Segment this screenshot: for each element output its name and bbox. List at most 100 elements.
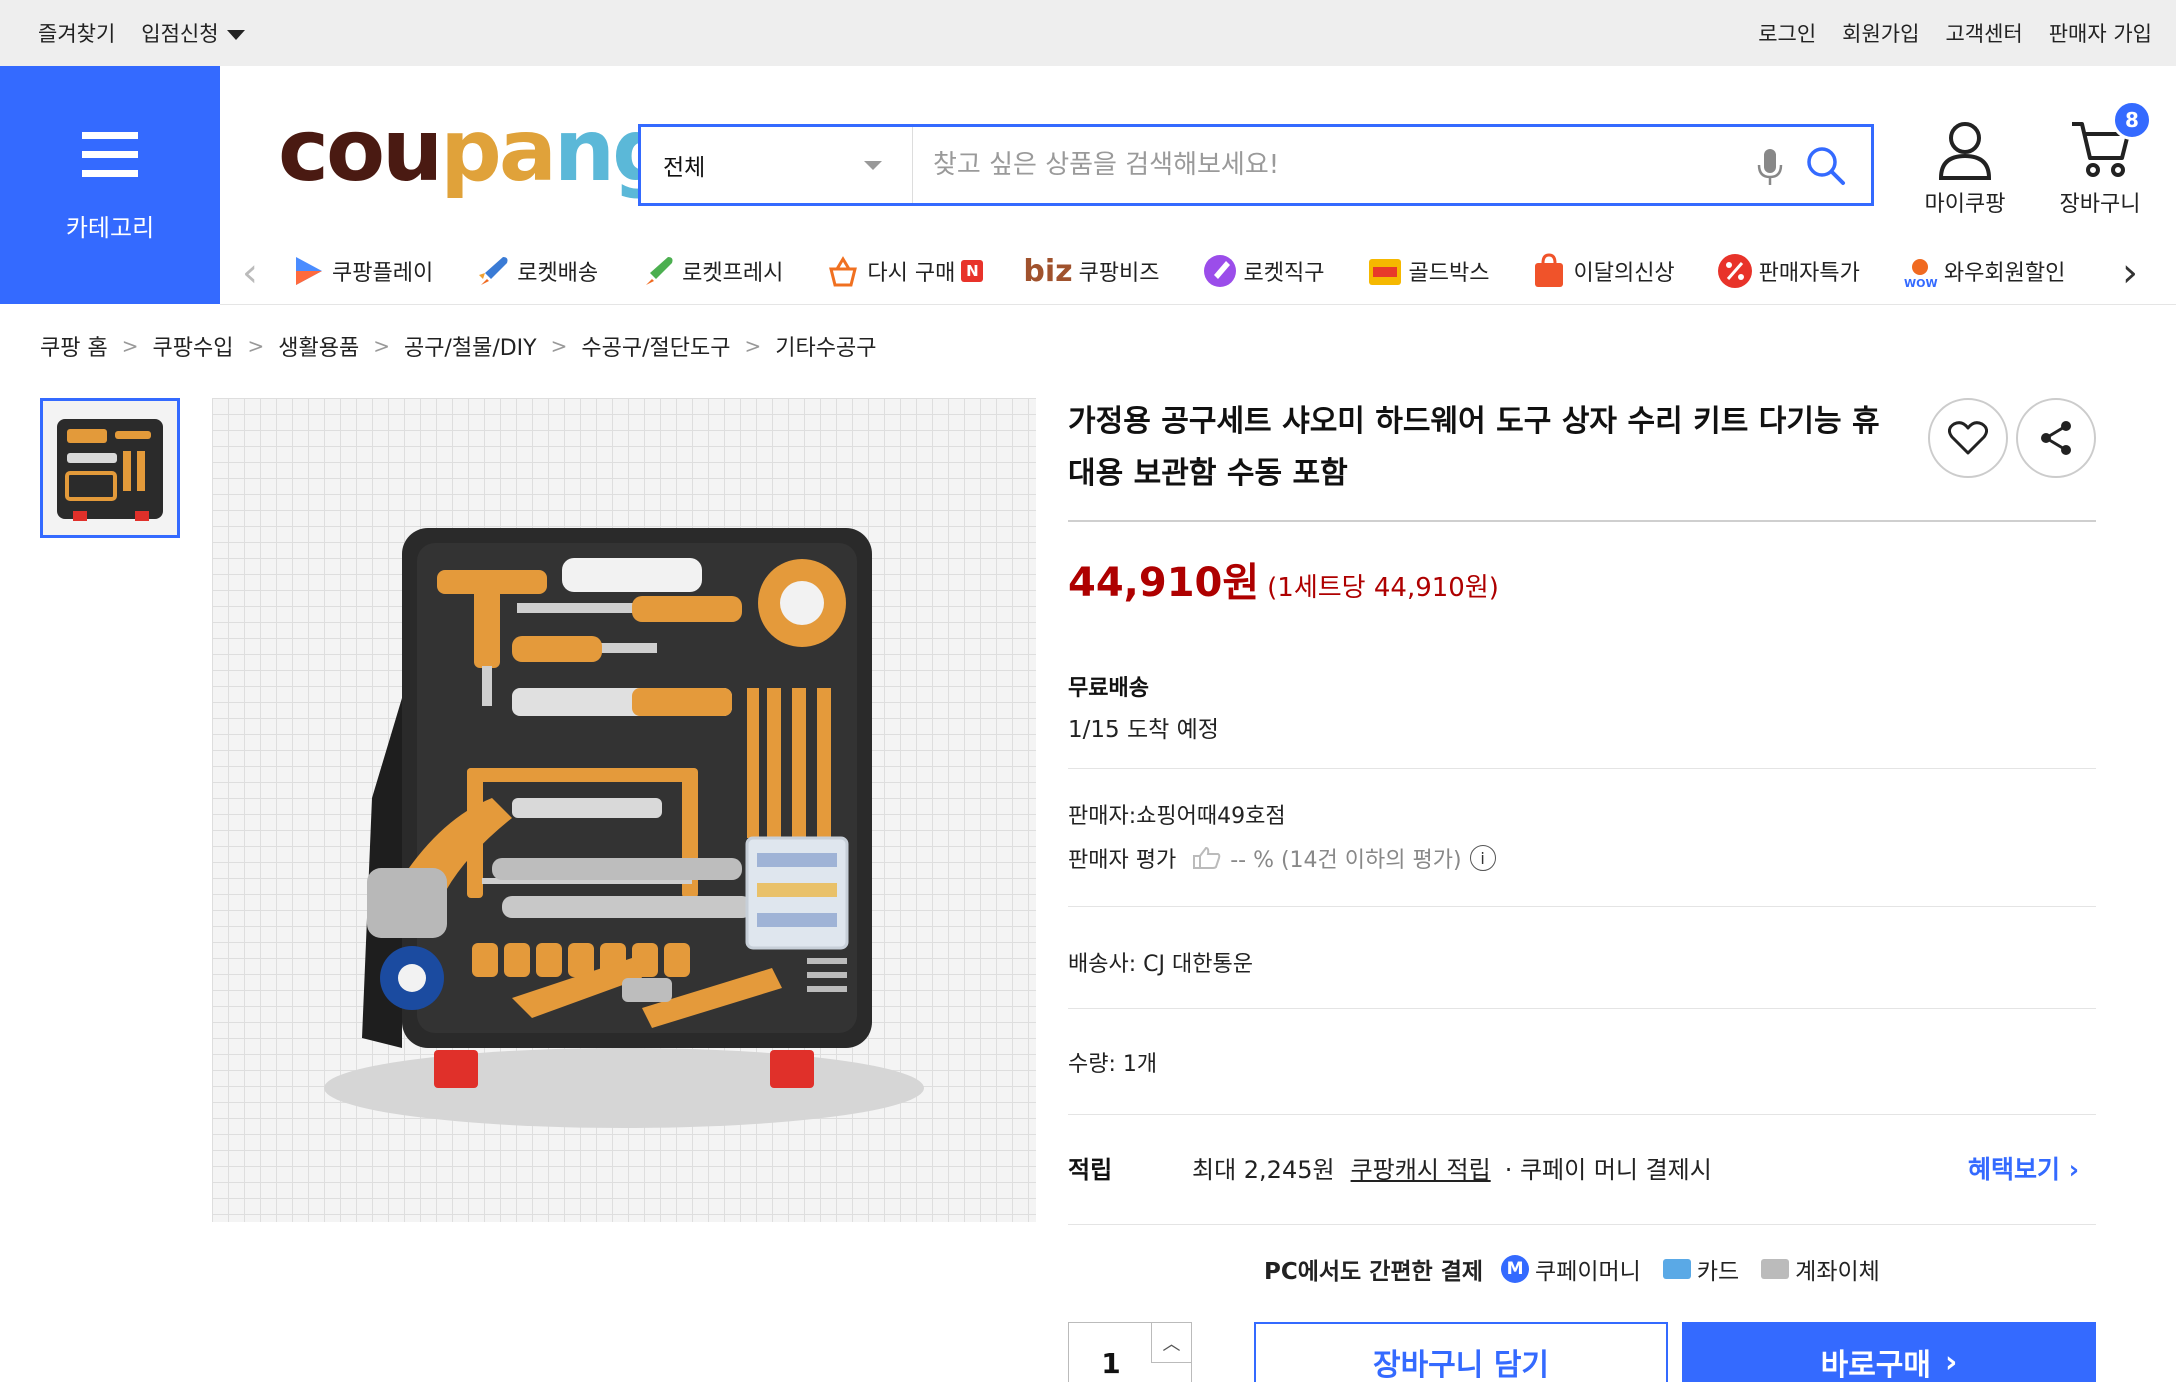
user-icon xyxy=(1938,122,1992,180)
breadcrumb-item[interactable]: 기타수공구 xyxy=(775,330,876,362)
quick-nav: ‹ 쿠팡플레이 로켓배송 로켓프레시 다시 구매 N biz 쿠팡비즈 로켓직구 xyxy=(220,240,2176,302)
goldbox-icon xyxy=(1368,259,1401,285)
search-icon[interactable] xyxy=(1805,145,1847,191)
breadcrumb-item[interactable]: 공구/철물/DIY xyxy=(404,330,537,362)
chevron-left-icon[interactable]: ‹ xyxy=(242,250,258,296)
bank-transfer-icon xyxy=(1761,1259,1790,1279)
quicknav-label: 이달의신상 xyxy=(1573,261,1675,286)
rocket-fresh-icon xyxy=(646,257,673,285)
payment-coupay: M 쿠페이머니 xyxy=(1501,1252,1641,1286)
payment-option-label: 카드 xyxy=(1696,1259,1740,1285)
divider xyxy=(1068,906,2096,907)
product-main-image[interactable] xyxy=(212,398,1036,1222)
category-menu-button[interactable]: 카테고리 xyxy=(0,66,220,304)
shopping-bag-icon xyxy=(1535,253,1564,287)
chevron-right-icon: › xyxy=(2068,1155,2080,1184)
info-icon[interactable]: i xyxy=(1469,845,1496,871)
seller-join-link[interactable]: 판매자 가입 xyxy=(2049,18,2152,48)
payment-option-label: 쿠페이머니 xyxy=(1535,1259,1641,1285)
seller-rating: 판매자 평가 -- % (14건 이하의 평가) i xyxy=(1068,842,1496,874)
quicknav-label: 쿠팡비즈 xyxy=(1078,261,1160,286)
coupang-cash-link[interactable]: 쿠팡캐시 적립 xyxy=(1351,1150,1491,1185)
shipping-title: 무료배송 xyxy=(1068,676,1149,701)
quicknav-item-sellerdeal[interactable]: 판매자특가 xyxy=(1715,251,1860,291)
quicknav-label: 골드박스 xyxy=(1408,261,1490,286)
seller-name[interactable]: 판매자:쇼핑어때49호점 xyxy=(1068,798,1286,830)
quicknav-item-rocketdirect[interactable]: 로켓직구 xyxy=(1200,251,1325,291)
bookmark-link[interactable]: 즐겨찾기 xyxy=(38,18,115,48)
quicknav-item-rebuy[interactable]: 다시 구매 N xyxy=(823,251,984,291)
cart-count-badge: 8 xyxy=(2112,100,2152,140)
my-coupang-label: 마이쿠팡 xyxy=(1924,192,2006,217)
logo-part-2: pa xyxy=(440,101,557,201)
my-coupang-button[interactable]: 마이쿠팡 xyxy=(1920,118,2010,218)
login-link[interactable]: 로그인 xyxy=(1758,18,1816,48)
chevron-right-icon: > xyxy=(373,334,390,358)
benefit-link[interactable]: 혜택보기 › xyxy=(1968,1150,2079,1186)
quicknav-item-rocketfresh[interactable]: 로켓프레시 xyxy=(638,251,783,291)
thumbs-up-icon xyxy=(1193,846,1221,869)
quicknav-item-newarrival[interactable]: 이달의신상 xyxy=(1529,251,1675,291)
signup-link[interactable]: 회원가입 xyxy=(1842,18,1919,48)
divider xyxy=(1068,520,2096,522)
quantity-increase-button[interactable]: ︿ xyxy=(1151,1323,1191,1363)
heart-icon xyxy=(1948,421,1988,455)
add-to-cart-button[interactable]: 장바구니 담기 xyxy=(1254,1322,1668,1382)
quicknav-item-rocket[interactable]: 로켓배송 xyxy=(473,251,598,291)
quicknav-item-coupangplay[interactable]: 쿠팡플레이 xyxy=(288,251,433,291)
hamburger-icon xyxy=(82,132,138,189)
product-thumbnail[interactable] xyxy=(40,398,180,538)
quicknav-item-goldbox[interactable]: 골드박스 xyxy=(1365,251,1490,291)
chevron-right-icon: › xyxy=(1945,1344,1958,1380)
quicknav-label: 와우회원할인 xyxy=(1943,261,2066,286)
reward-info: 최대 2,245원 쿠팡캐시 적립 · 쿠페이 머니 결제시 xyxy=(1192,1150,1712,1185)
search-category-select[interactable]: 전체 xyxy=(641,127,913,203)
payment-option-label: 계좌이체 xyxy=(1795,1259,1880,1285)
microphone-icon[interactable] xyxy=(1755,147,1785,191)
rocket-icon xyxy=(479,257,508,285)
cart-label: 장바구니 xyxy=(2059,192,2141,217)
breadcrumb: 쿠팡 홈 > 쿠팡수입 > 생활용품 > 공구/철물/DIY > 수공구/절단도구 > 기… xyxy=(40,330,876,362)
biz-logo: biz xyxy=(1023,253,1073,289)
header-divider xyxy=(220,304,2176,305)
coupay-icon: M xyxy=(1501,1255,1530,1283)
quantity-text: 수량: 1개 xyxy=(1068,1052,1158,1077)
quicknav-label: 다시 구매 xyxy=(867,261,956,286)
payment-lead: PC에서도 간편한 결제 xyxy=(1264,1259,1484,1285)
chevron-right-icon: > xyxy=(121,334,139,358)
quicknav-item-biz[interactable]: biz 쿠팡비즈 xyxy=(1023,254,1159,289)
divider xyxy=(1068,768,2096,769)
share-button[interactable] xyxy=(2016,398,2096,478)
new-badge-icon: N xyxy=(961,260,984,282)
wishlist-button[interactable] xyxy=(1928,398,2008,478)
quicknav-label: 로켓프레시 xyxy=(682,261,784,286)
payment-transfer: 계좌이체 xyxy=(1761,1252,1880,1286)
apply-menu[interactable]: 입점신청 xyxy=(141,18,245,48)
divider xyxy=(1068,1224,2096,1225)
chevron-right-icon[interactable]: › xyxy=(2122,250,2138,296)
arrival-date: 1/15 도착 예정 xyxy=(1068,717,1219,743)
payment-card: 카드 xyxy=(1662,1252,1740,1286)
breadcrumb-item[interactable]: 생활용품 xyxy=(278,330,359,362)
svg-text:WOW: WOW xyxy=(1904,277,1938,290)
apply-label: 입점신청 xyxy=(141,22,219,46)
quantity-value[interactable]: 1 xyxy=(1069,1323,1153,1382)
top-utility-bar: 즐겨찾기 입점신청 로그인 회원가입 고객센터 판매자 가입 xyxy=(0,0,2176,66)
search-input[interactable] xyxy=(933,127,1733,203)
buy-now-button[interactable]: 바로구매 › xyxy=(1682,1322,2096,1382)
sale-price: 44,910원 xyxy=(1068,560,1260,606)
quicknav-item-wow[interactable]: WOW 와우회원할인 xyxy=(1900,251,2066,291)
chevron-up-icon: ︿ xyxy=(1162,1333,1181,1355)
coupang-logo[interactable]: coupang xyxy=(278,108,674,194)
quicknav-label: 판매자특가 xyxy=(1758,261,1860,286)
breadcrumb-item[interactable]: 쿠팡 홈 xyxy=(40,330,108,362)
support-link[interactable]: 고객센터 xyxy=(1945,18,2022,48)
benefit-label: 혜택보기 xyxy=(1968,1155,2061,1184)
reward-label: 적립 xyxy=(1068,1156,1113,1184)
chevron-right-icon: > xyxy=(550,334,568,358)
payment-methods: PC에서도 간편한 결제 M 쿠페이머니 카드 계좌이체 xyxy=(1264,1252,1902,1286)
breadcrumb-item[interactable]: 수공구/절단도구 xyxy=(581,330,730,362)
quantity-stepper[interactable]: 1 ︿ xyxy=(1068,1322,1192,1382)
quicknav-label: 로켓직구 xyxy=(1243,261,1325,286)
breadcrumb-item[interactable]: 쿠팡수입 xyxy=(152,330,233,362)
